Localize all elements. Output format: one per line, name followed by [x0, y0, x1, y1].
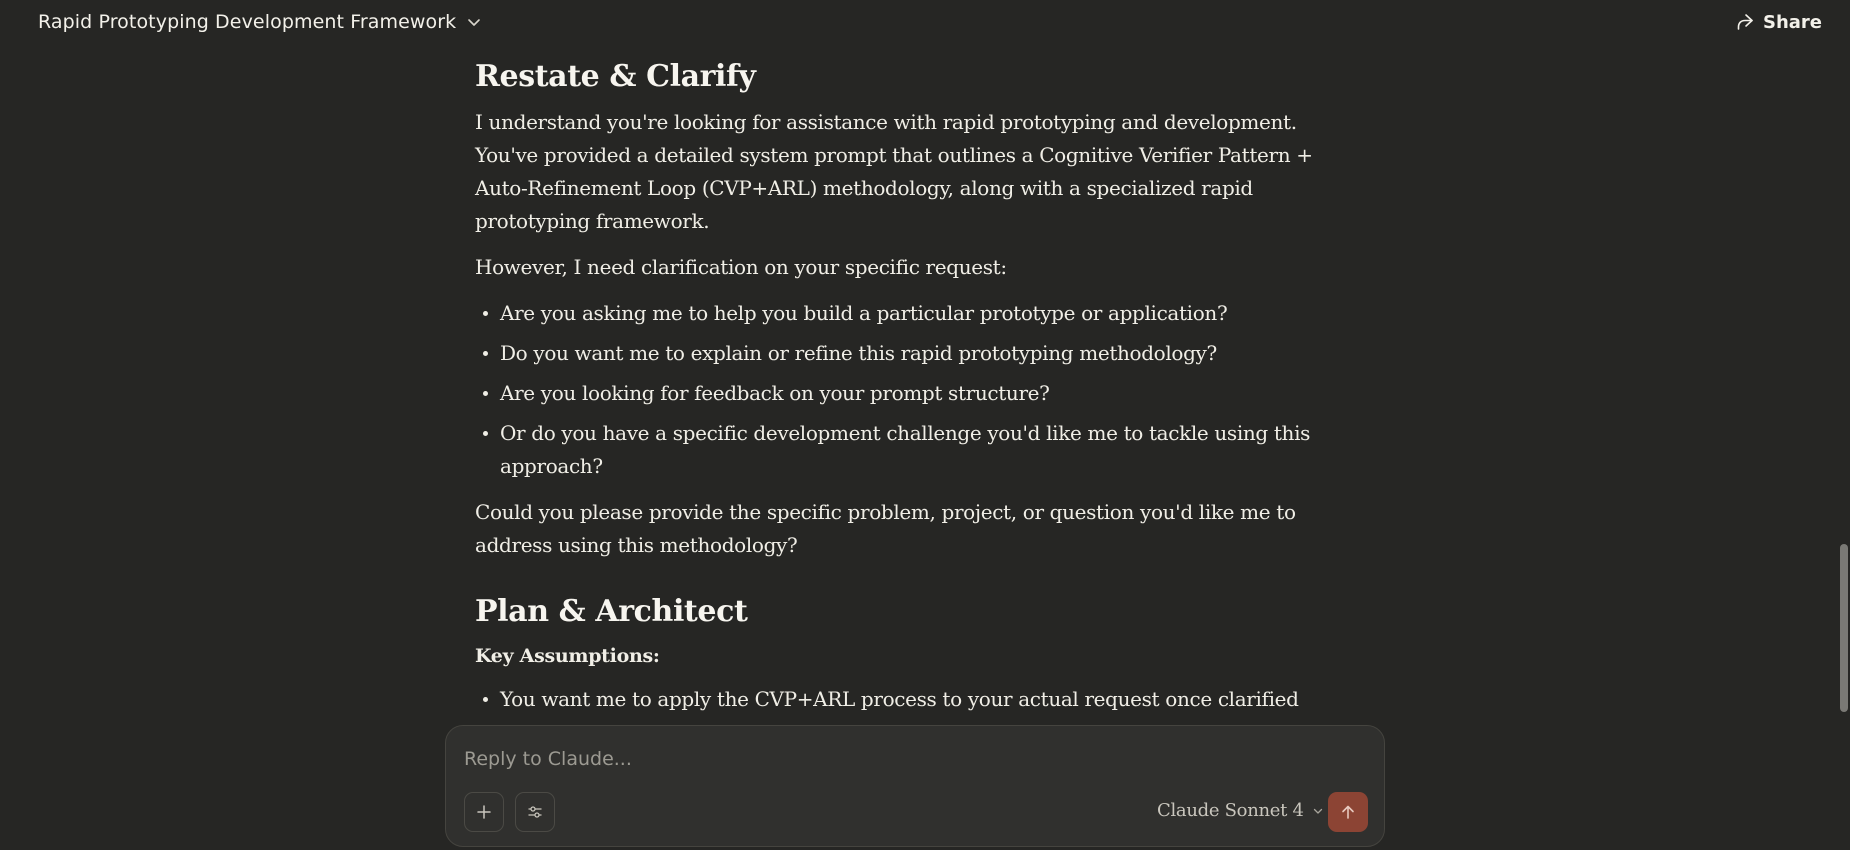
tools-button[interactable]	[515, 792, 555, 832]
add-attachment-button[interactable]	[464, 792, 504, 832]
chevron-down-icon	[1313, 808, 1322, 814]
message-paragraph: However, I need clarification on your sp…	[475, 255, 1007, 279]
send-button[interactable]	[1328, 792, 1368, 832]
share-button[interactable]: Share	[1735, 12, 1822, 33]
share-icon	[1737, 14, 1753, 30]
list-item: Or do you have a specific development ch…	[475, 417, 1315, 483]
assistant-message: Restate & Clarify I understand you're lo…	[475, 58, 1315, 724]
sliders-icon	[528, 806, 542, 818]
key-assumptions-label: Key Assumptions:	[475, 645, 660, 667]
assumptions-list: You want me to apply the CVP+ARL process…	[475, 683, 1315, 716]
scrollbar[interactable]	[1840, 44, 1848, 850]
section-heading-plan-architect: Plan & Architect	[475, 594, 748, 629]
chevron-down-icon	[468, 19, 481, 26]
model-label: Claude Sonnet 4	[1157, 800, 1304, 821]
reply-composer: Claude Sonnet 4	[445, 725, 1385, 847]
message-scroll-area[interactable]: Restate & Clarify I understand you're lo…	[0, 44, 1840, 724]
message-paragraph: I understand you're looking for assistan…	[475, 110, 1313, 233]
scrollbar-thumb[interactable]	[1840, 544, 1848, 712]
section-heading-restate-clarify: Restate & Clarify	[475, 59, 756, 94]
list-item: Are you looking for feedback on your pro…	[475, 377, 1315, 410]
conversation-title-dropdown[interactable]: Rapid Prototyping Development Framework	[38, 11, 482, 33]
list-item: Are you asking me to help you build a pa…	[475, 297, 1315, 330]
model-selector[interactable]: Claude Sonnet 4	[1157, 800, 1324, 821]
list-item: You want me to apply the CVP+ARL process…	[475, 683, 1315, 716]
message-paragraph: Could you please provide the specific pr…	[475, 500, 1296, 557]
share-label: Share	[1762, 11, 1822, 33]
arrow-up-icon	[1342, 805, 1354, 819]
list-item: Do you want me to explain or refine this…	[475, 337, 1315, 370]
conversation-title: Rapid Prototyping Development Framework	[38, 11, 457, 33]
clarification-list: Are you asking me to help you build a pa…	[475, 297, 1315, 483]
top-bar: Rapid Prototyping Development Framework …	[0, 0, 1850, 44]
reply-input[interactable]	[464, 744, 1344, 774]
plus-icon	[477, 805, 491, 819]
